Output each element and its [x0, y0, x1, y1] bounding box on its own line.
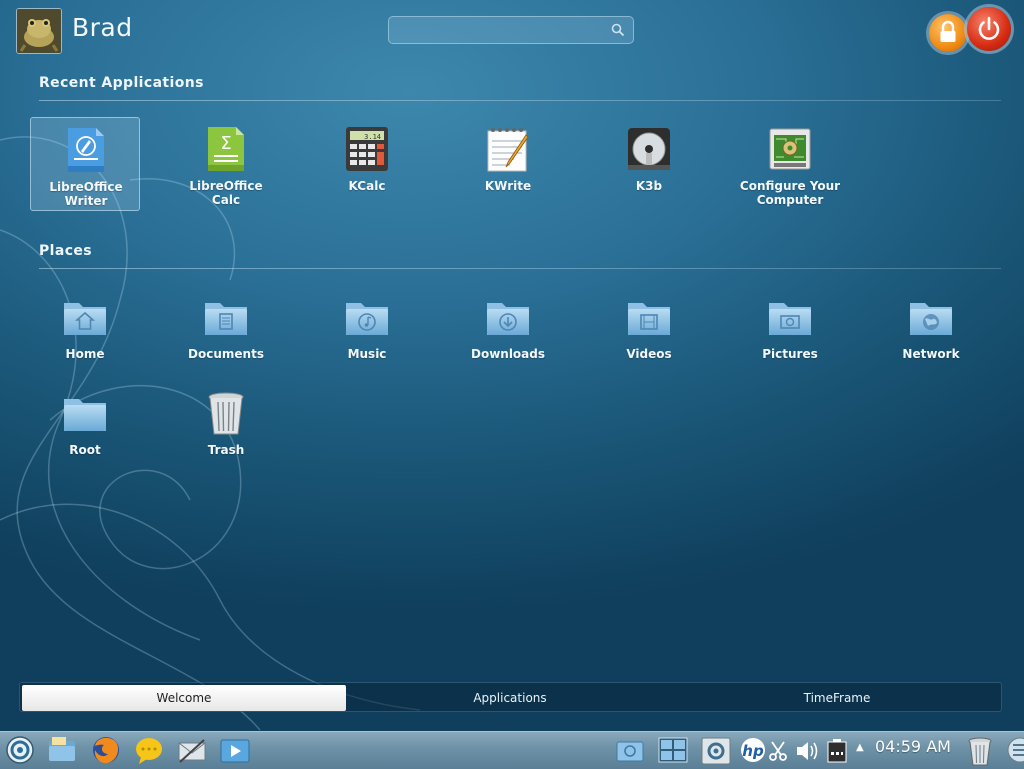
place-music[interactable]: Music [312, 285, 422, 379]
battery-icon[interactable] [824, 732, 850, 769]
search-icon[interactable] [611, 23, 625, 37]
app-label: Configure Your Computer [739, 179, 841, 207]
system-update-icon[interactable] [700, 732, 732, 769]
digital-clock[interactable]: 04:59 AM [875, 737, 951, 756]
trash-taskbar-icon[interactable] [964, 732, 996, 769]
places-heading: Places [39, 243, 93, 259]
place-label: Music [347, 347, 387, 361]
place-pictures[interactable]: Pictures [735, 285, 845, 379]
application-launcher-icon[interactable] [4, 732, 36, 769]
downloads-folder-icon [487, 303, 529, 335]
music-folder-icon [346, 303, 388, 335]
svg-text:3.14: 3.14 [364, 133, 381, 141]
lock-screen-button[interactable] [929, 14, 967, 52]
firefox-icon[interactable] [90, 732, 122, 769]
virtual-desktops-icon[interactable] [657, 732, 689, 769]
app-label: K3b [635, 179, 663, 193]
chat-icon[interactable] [133, 732, 165, 769]
search-box[interactable] [388, 16, 634, 44]
documents-folder-icon [205, 303, 247, 335]
tab-welcome[interactable]: Welcome [22, 685, 346, 711]
place-documents[interactable]: Documents [171, 285, 281, 379]
place-label: Root [69, 443, 101, 457]
app-libreoffice-writer[interactable]: LibreOffice Writer [30, 117, 140, 211]
videos-folder-icon [628, 303, 670, 335]
root-folder-icon [64, 399, 106, 431]
lock-icon [940, 20, 956, 42]
background-swirls [0, 136, 421, 731]
place-label: Downloads [470, 347, 546, 361]
app-label: KWrite [484, 179, 532, 193]
file-manager-icon[interactable] [46, 732, 78, 769]
home-folder-icon [64, 303, 106, 335]
avatar[interactable] [16, 8, 62, 54]
panel-menu-icon[interactable] [1002, 732, 1024, 769]
svg-text:Σ: Σ [220, 133, 231, 154]
recent-applications-heading: Recent Applications [39, 75, 204, 91]
volume-icon[interactable] [794, 732, 820, 769]
tab-applications[interactable]: Applications [348, 685, 672, 711]
text-editor-icon [487, 128, 529, 172]
libreoffice-writer-icon [68, 128, 104, 172]
place-root[interactable]: Root [30, 381, 140, 475]
place-label: Videos [626, 347, 672, 361]
place-home[interactable]: Home [30, 285, 140, 379]
tab-timeframe[interactable]: TimeFrame [675, 685, 999, 711]
app-kwrite[interactable]: KWrite [453, 117, 563, 211]
app-kcalc[interactable]: 3.14 KCalc [312, 117, 422, 211]
device-notifier-icon[interactable] [614, 732, 646, 769]
media-player-icon[interactable] [219, 732, 251, 769]
calculator-icon: 3.14 [346, 127, 388, 171]
app-configure-your-computer[interactable]: Configure Your Computer [735, 117, 845, 211]
section-divider [39, 100, 1001, 101]
taskbar: hp ▲ 04:59 AM [0, 731, 1024, 769]
launcher-tab-bar: Welcome Applications TimeFrame [19, 682, 1002, 712]
network-folder-icon [910, 303, 952, 335]
leave-button[interactable] [967, 7, 1011, 51]
place-downloads[interactable]: Downloads [453, 285, 563, 379]
user-name: Brad [72, 13, 133, 42]
svg-text:hp: hp [742, 742, 764, 760]
app-k3b[interactable]: K3b [594, 117, 704, 211]
show-hidden-icons-icon[interactable]: ▲ [856, 742, 864, 753]
place-label: Home [65, 347, 105, 361]
app-label: LibreOffice Calc [189, 179, 263, 207]
place-trash[interactable]: Trash [171, 381, 281, 475]
power-icon [978, 16, 1000, 40]
system-settings-icon [769, 128, 811, 170]
libreoffice-calc-icon: Σ [208, 127, 244, 171]
clipboard-icon[interactable] [766, 732, 790, 769]
place-label: Documents [188, 347, 264, 361]
trash-icon [208, 392, 244, 435]
pictures-folder-icon [769, 303, 811, 335]
search-input[interactable] [395, 20, 609, 42]
disc-burner-icon [628, 128, 670, 170]
place-network[interactable]: Network [876, 285, 986, 379]
app-label: LibreOffice Writer [49, 180, 123, 208]
section-divider [39, 268, 1001, 269]
place-label: Network [902, 347, 960, 361]
place-label: Pictures [762, 347, 818, 361]
mail-icon[interactable] [176, 732, 208, 769]
place-label: Trash [207, 443, 245, 457]
frog-avatar-icon [17, 9, 61, 53]
hp-printer-icon[interactable]: hp [737, 732, 769, 769]
app-label: KCalc [348, 179, 386, 193]
place-videos[interactable]: Videos [594, 285, 704, 379]
app-libreoffice-calc[interactable]: Σ LibreOffice Calc [171, 117, 281, 211]
